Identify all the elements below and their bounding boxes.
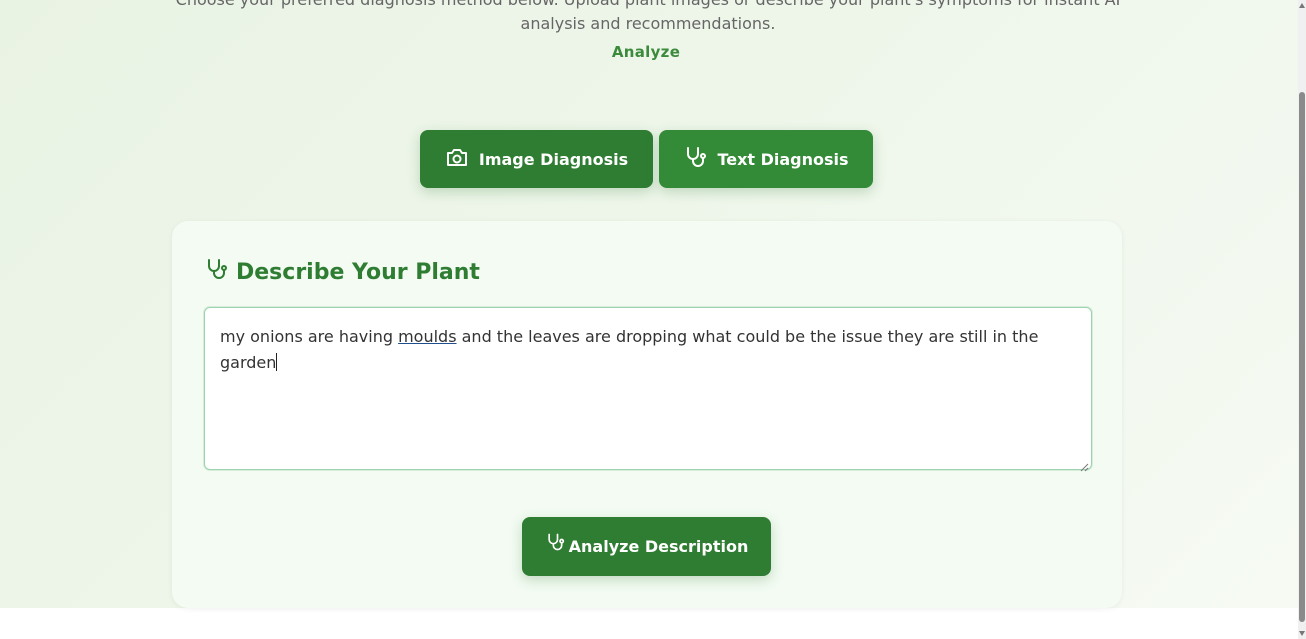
page-scrollbar[interactable]	[1298, 0, 1306, 639]
textarea-value: my onions are having moulds and the leav…	[220, 324, 1080, 376]
textarea-text-before: my onions are having	[220, 327, 399, 346]
describe-plant-card: Describe Your Plant my onions are having…	[172, 221, 1122, 608]
stethoscope-icon	[204, 257, 236, 287]
card-title: Describe Your Plant	[204, 257, 480, 287]
symptoms-textarea[interactable]: my onions are having moulds and the leav…	[204, 307, 1092, 472]
intro-section: Choose your preferred diagnosis method b…	[0, 0, 1298, 40]
text-diagnosis-button[interactable]: Text Diagnosis	[659, 130, 873, 188]
intro-line-1: Choose your preferred diagnosis method b…	[176, 0, 1121, 9]
camera-icon	[445, 146, 479, 172]
image-diagnosis-label: Image Diagnosis	[478, 149, 629, 169]
scroll-thumb[interactable]	[1299, 92, 1305, 622]
text-caret	[276, 353, 278, 371]
analyze-description-label: Analyze Description	[568, 537, 749, 556]
scroll-up-icon[interactable]	[1299, 3, 1305, 8]
stethoscope-icon	[683, 145, 717, 173]
resize-handle-icon[interactable]	[1079, 457, 1089, 472]
text-diagnosis-label: Text Diagnosis	[717, 149, 849, 169]
intro-text: Choose your preferred diagnosis method b…	[150, 0, 1146, 36]
intro-line-2: analysis and recommendations.	[520, 14, 776, 33]
scroll-down-icon[interactable]	[1299, 631, 1305, 636]
card-title-text: Describe Your Plant	[236, 259, 480, 285]
spellcheck-word: moulds	[398, 327, 457, 346]
image-diagnosis-button[interactable]: Image Diagnosis	[420, 130, 653, 188]
analyze-link[interactable]: Analyze	[0, 43, 1292, 61]
analyze-description-button[interactable]: Analyze Description	[522, 517, 771, 576]
stethoscope-icon	[545, 533, 569, 556]
